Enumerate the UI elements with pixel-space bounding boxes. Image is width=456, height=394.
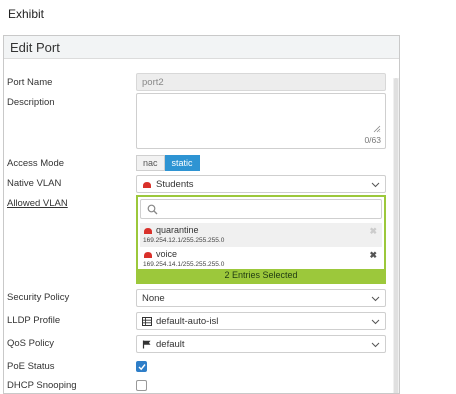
native-vlan-value: Students: [156, 178, 194, 190]
scrollbar[interactable]: [393, 78, 399, 393]
entry-name: quarantine: [156, 225, 199, 235]
checkmark-icon: [138, 364, 146, 371]
resize-grip-icon[interactable]: [373, 125, 381, 133]
entry-address: 169.254.14.1/255.255.255.0: [143, 261, 225, 268]
description-counter: 0/63: [364, 135, 381, 145]
dhcp-snooping-checkbox[interactable]: [136, 380, 147, 391]
qos-policy-value: default: [156, 338, 185, 350]
qos-policy-select[interactable]: default: [136, 335, 386, 353]
access-mode-static-button[interactable]: static: [164, 155, 200, 171]
flag-icon: [142, 340, 151, 348]
allowed-vlan-label[interactable]: Allowed VLAN: [7, 198, 68, 209]
description-label: Description: [7, 97, 55, 108]
table-icon: [142, 316, 152, 326]
allowed-vlan-entry[interactable]: quarantine 169.254.12.1/255.255.255.0 ✖: [140, 223, 382, 247]
security-policy-select[interactable]: None: [136, 289, 386, 307]
chevron-down-icon: [371, 319, 380, 325]
close-icon[interactable]: ✖: [369, 226, 377, 237]
dhcp-snooping-label: DHCP Snooping: [7, 380, 77, 391]
lldp-profile-select[interactable]: default-auto-isl: [136, 312, 386, 330]
entry-address: 169.254.12.1/255.255.255.0: [143, 237, 225, 244]
allowed-vlan-entry[interactable]: voice 169.254.14.1/255.255.255.0 ✖: [140, 247, 382, 271]
search-icon: [147, 204, 158, 215]
poe-status-checkbox[interactable]: [136, 361, 147, 372]
scrollbar-thumb[interactable]: [394, 78, 398, 393]
port-name-label: Port Name: [7, 77, 53, 88]
allowed-vlan-multiselect: quarantine 169.254.12.1/255.255.255.0 ✖ …: [136, 195, 386, 284]
access-mode-toggle: nac static: [136, 155, 200, 171]
exhibit-label: Exhibit: [8, 7, 45, 21]
chevron-down-icon: [371, 182, 380, 188]
red-interface-icon: [143, 181, 151, 188]
lldp-profile-label: LLDP Profile: [7, 315, 61, 326]
port-name-field: port2: [136, 73, 386, 91]
entry-name: voice: [156, 249, 178, 259]
security-policy-value: None: [142, 292, 165, 304]
close-icon[interactable]: ✖: [369, 250, 377, 261]
red-interface-icon: [144, 251, 152, 258]
dialog-title: Edit Port: [4, 36, 399, 59]
description-textarea[interactable]: 0/63: [136, 93, 386, 149]
access-mode-label: Access Mode: [7, 158, 65, 169]
security-policy-label: Security Policy: [7, 292, 70, 303]
chevron-down-icon: [371, 342, 380, 348]
access-mode-nac-button[interactable]: nac: [136, 155, 165, 171]
chevron-down-icon: [371, 296, 380, 302]
qos-policy-label: QoS Policy: [7, 338, 54, 349]
native-vlan-label: Native VLAN: [7, 178, 62, 189]
entries-selected-bar: 2 Entries Selected: [138, 269, 384, 282]
native-vlan-select[interactable]: Students: [136, 175, 386, 193]
poe-status-label: PoE Status: [7, 361, 55, 372]
allowed-vlan-search-input[interactable]: [140, 199, 382, 219]
red-interface-icon: [144, 227, 152, 234]
lldp-profile-value: default-auto-isl: [156, 315, 219, 327]
